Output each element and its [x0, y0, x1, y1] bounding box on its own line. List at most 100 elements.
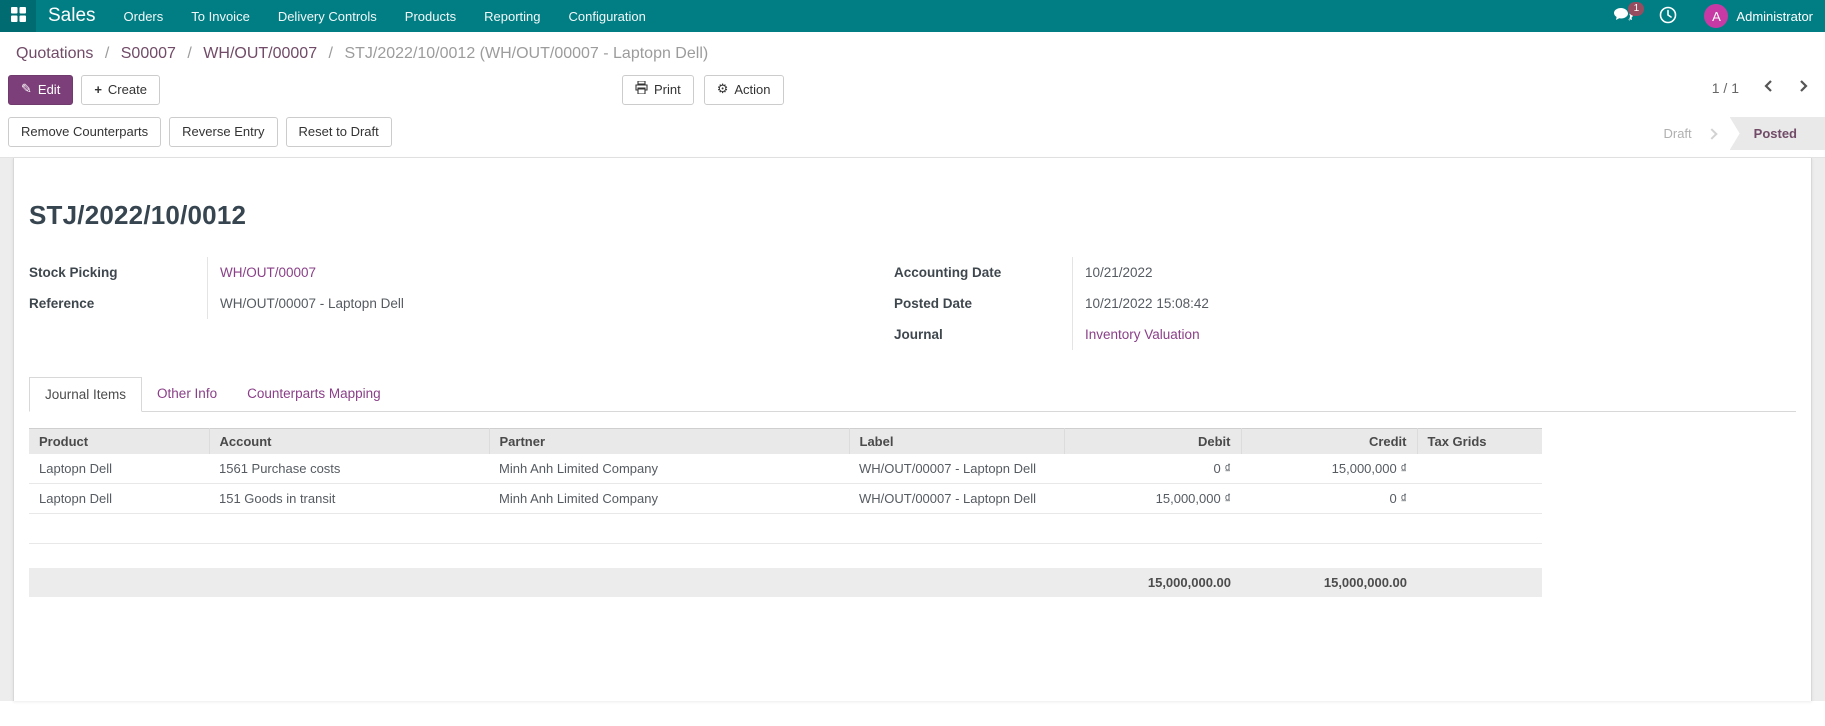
cell-credit: 0 ₫ [1241, 483, 1417, 514]
cell-label: WH/OUT/00007 - Laptopn Dell [849, 483, 1064, 514]
cell-debit: 0 ₫ [1064, 454, 1241, 484]
field-label: Stock Picking [29, 265, 118, 280]
messages-button[interactable]: 1 [1600, 0, 1646, 32]
status-row: Remove Counterparts Reverse Entry Reset … [0, 117, 1825, 157]
cell-tax-grids [1417, 454, 1542, 484]
reverse-entry-button[interactable]: Reverse Entry [169, 117, 278, 147]
chevron-left-icon [1763, 79, 1774, 96]
field-posted-date: Posted Date 10/21/2022 15:08:42 [894, 288, 1796, 319]
form-sheet: STJ/2022/10/0012 Stock Picking WH/OUT/00… [13, 158, 1812, 701]
field-groups: Stock Picking WH/OUT/00007 Reference WH/… [29, 257, 1796, 350]
print-button-label: Print [654, 82, 681, 97]
pager-next-button[interactable] [1798, 79, 1809, 96]
menu-delivery-controls[interactable]: Delivery Controls [264, 0, 391, 32]
cell-account: 151 Goods in transit [209, 483, 489, 514]
apps-menu-button[interactable] [0, 0, 36, 32]
apps-grid-icon [10, 7, 26, 25]
cell-partner: Minh Anh Limited Company [489, 454, 849, 484]
menu-products[interactable]: Products [391, 0, 470, 32]
status-draft[interactable]: Draft [1663, 126, 1691, 141]
field-journal: Journal Inventory Valuation [894, 319, 1796, 350]
clock-icon [1659, 6, 1677, 27]
column-account[interactable]: Account [209, 428, 490, 454]
top-navbar: Sales Orders To Invoice Delivery Control… [0, 0, 1825, 32]
field-label: Journal [894, 327, 943, 342]
totals-spacer [29, 568, 1064, 597]
app-name[interactable]: Sales [36, 0, 110, 32]
print-button[interactable]: Print [622, 75, 694, 105]
breadcrumb-wh-out[interactable]: WH/OUT/00007 [203, 45, 317, 62]
field-stock-picking: Stock Picking WH/OUT/00007 [29, 257, 894, 288]
field-accounting-date: Accounting Date 10/21/2022 [894, 257, 1796, 288]
tab-other-info[interactable]: Other Info [142, 377, 232, 412]
breadcrumb-quotations[interactable]: Quotations [16, 45, 93, 62]
journal-link[interactable]: Inventory Valuation [1085, 327, 1200, 342]
journal-items-table: Product Account Partner Label Debit Cred… [29, 428, 1542, 544]
table-row[interactable]: Laptopn Dell 151 Goods in transit Minh A… [29, 483, 1542, 514]
cell-account: 1561 Purchase costs [209, 454, 489, 484]
totals-row: 15,000,000.00 15,000,000.00 [29, 568, 1542, 597]
menu-orders[interactable]: Orders [110, 0, 178, 32]
pager: 1 / 1 [1712, 79, 1809, 96]
total-debit: 15,000,000.00 [1064, 568, 1241, 597]
user-menu[interactable]: Administrator [1736, 9, 1813, 24]
reset-to-draft-button[interactable]: Reset to Draft [285, 117, 392, 147]
total-credit: 15,000,000.00 [1241, 568, 1417, 597]
breadcrumb-separator: / [187, 45, 192, 62]
menu-to-invoice[interactable]: To Invoice [177, 0, 264, 32]
notebook-tabs: Journal Items Other Info Counterparts Ma… [29, 377, 1796, 412]
cell-partner: Minh Anh Limited Company [489, 483, 849, 514]
cell-tax-grids [1417, 483, 1542, 514]
column-partner[interactable]: Partner [489, 428, 850, 454]
edit-button-label: Edit [37, 82, 61, 97]
column-credit[interactable]: Credit [1241, 428, 1418, 454]
page-title: STJ/2022/10/0012 [29, 200, 247, 230]
field-label: Reference [29, 296, 95, 311]
pager-previous-button[interactable] [1763, 79, 1774, 96]
menu-reporting[interactable]: Reporting [470, 0, 554, 32]
field-label: Accounting Date [894, 265, 1002, 280]
totals-tax-grids-spacer [1417, 568, 1542, 597]
breadcrumb-current: STJ/2022/10/0012 (WH/OUT/00007 - Laptopn… [344, 45, 709, 62]
tab-counterparts-mapping[interactable]: Counterparts Mapping [232, 377, 396, 412]
breadcrumb-separator: / [328, 45, 333, 62]
remove-counterparts-button[interactable]: Remove Counterparts [8, 117, 162, 147]
activities-button[interactable] [1646, 0, 1690, 32]
table-row-empty [29, 513, 1542, 544]
breadcrumb-separator: / [104, 45, 110, 62]
action-button-label: Action [734, 82, 771, 97]
control-panel-buttons: ✎ Edit + Create Print ⚙ Action 1 / 1 [0, 67, 1825, 113]
form-view-background: STJ/2022/10/0012 Stock Picking WH/OUT/00… [0, 158, 1825, 701]
cell-product: Laptopn Dell [29, 483, 209, 514]
column-product[interactable]: Product [29, 428, 210, 454]
field-reference: Reference WH/OUT/00007 - Laptopn Dell [29, 288, 894, 319]
chevron-right-icon [1705, 127, 1718, 140]
main-menu: Orders To Invoice Delivery Controls Prod… [110, 0, 660, 32]
column-label[interactable]: Label [849, 428, 1065, 454]
menu-configuration[interactable]: Configuration [554, 0, 659, 32]
systray: 1 A Administrator [1600, 0, 1825, 32]
stock-picking-link[interactable]: WH/OUT/00007 [220, 265, 316, 280]
edit-button[interactable]: ✎ Edit [8, 75, 74, 105]
cell-credit: 15,000,000 ₫ [1241, 454, 1417, 484]
create-button[interactable]: + Create [81, 75, 160, 105]
column-tax-grids[interactable]: Tax Grids [1417, 428, 1542, 454]
field-label: Posted Date [894, 296, 973, 311]
statusbar: Draft Posted [1663, 117, 1825, 150]
cell-debit: 15,000,000 ₫ [1064, 483, 1241, 514]
tab-journal-items[interactable]: Journal Items [29, 377, 143, 412]
gear-icon: ⚙ [716, 82, 729, 97]
reference-value: WH/OUT/00007 - Laptopn Dell [220, 296, 404, 311]
message-count-badge: 1 [1628, 2, 1645, 16]
breadcrumb: Quotations / S00007 / WH/OUT/00007 / STJ… [0, 32, 1825, 67]
accounting-date-value: 10/21/2022 [1085, 265, 1153, 280]
column-debit[interactable]: Debit [1064, 428, 1242, 454]
action-button[interactable]: ⚙ Action [703, 75, 784, 105]
printer-icon [635, 80, 648, 99]
chevron-right-icon [1798, 79, 1809, 96]
posted-date-value: 10/21/2022 15:08:42 [1085, 296, 1209, 311]
avatar[interactable]: A [1704, 4, 1729, 28]
status-posted[interactable]: Posted [1729, 117, 1825, 150]
breadcrumb-s00007[interactable]: S00007 [121, 45, 176, 62]
table-row[interactable]: Laptopn Dell 1561 Purchase costs Minh An… [29, 454, 1542, 484]
